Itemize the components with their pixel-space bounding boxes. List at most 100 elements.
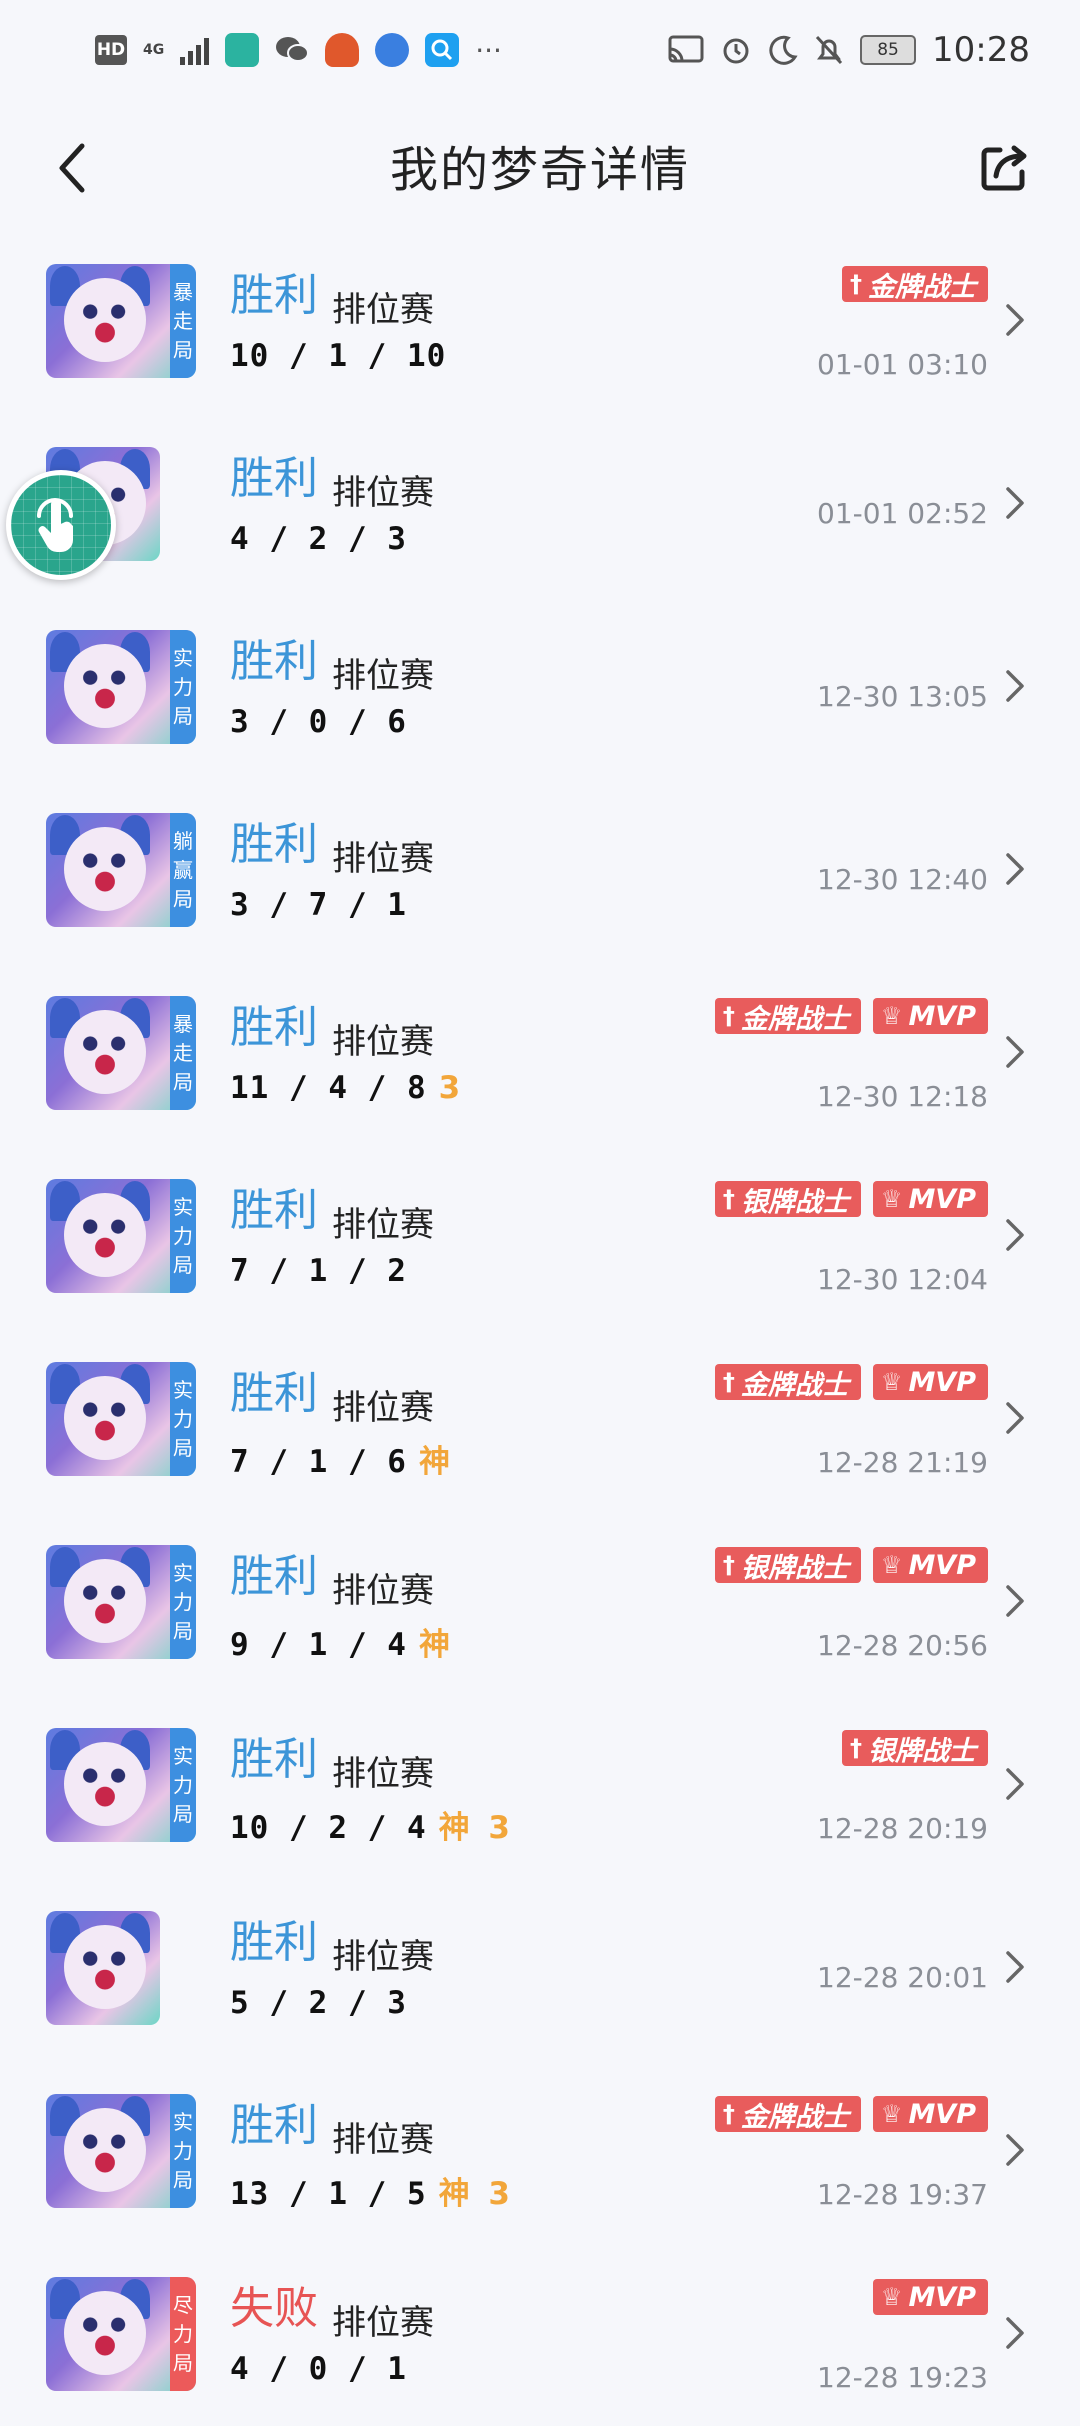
floating-assist-button[interactable] (6, 470, 116, 580)
match-tag: 暴走局 (170, 264, 196, 378)
signal-icon (180, 35, 210, 65)
trophy-icon: ♕ (880, 1368, 903, 1396)
more-icon: ··· (475, 33, 502, 67)
match-result: 胜利 (230, 819, 318, 870)
kda-value: 11 / 4 / 8 (230, 1070, 427, 1106)
warrior-badge: † 金牌战士 (714, 2096, 861, 2133)
match-tag: 实力局 (170, 1545, 196, 1659)
medal-icon: † (722, 2100, 735, 2128)
match-mode: 排位赛 (332, 2120, 434, 2160)
match-tag: 尽力局 (170, 2277, 196, 2391)
medal-icon: † (722, 1368, 735, 1396)
warrior-badge: † 金牌战士 (714, 998, 861, 1035)
chevron-right-icon (1004, 2132, 1026, 2168)
network-type: 4G (143, 42, 165, 58)
match-row[interactable]: 实力局 胜利 排位赛 10 / 2 / 4 神 3 † 银牌战士 12-28 20:19 (0, 1694, 1080, 1877)
match-row[interactable]: 暴走局 胜利 排位赛 10 / 1 / 10 † 金牌战士 01-01 03:10 (0, 230, 1080, 413)
kda-wrapper: 4 / 0 / 1 (230, 2351, 407, 2387)
chevron-right-icon (1004, 302, 1026, 338)
badge-group: † 金牌战士 ♕ MVP (714, 2096, 988, 2133)
chevron-right-icon (1004, 851, 1026, 887)
match-result: 胜利 (230, 270, 318, 321)
page-title: 我的梦奇详情 (389, 142, 690, 198)
hero-avatar: 实力局 (46, 1362, 196, 1476)
badge-label: 金牌战士 (740, 1369, 849, 1401)
match-mode: 排位赛 (332, 656, 434, 696)
screenshot-app-icon (225, 33, 260, 67)
alarm-icon (720, 34, 752, 66)
badge-group: † 金牌战士 (842, 266, 988, 303)
hero-avatar: 实力局 (46, 1545, 196, 1659)
share-icon (981, 145, 1027, 191)
trophy-icon: ♕ (880, 1551, 903, 1579)
warrior-badge: † 银牌战士 (714, 1181, 861, 1218)
badge-label: MVP (908, 2281, 976, 2313)
trophy-icon: ♕ (880, 1185, 903, 1213)
match-mode: 排位赛 (332, 1388, 434, 1428)
clock: 10:28 (932, 30, 1030, 70)
performance-marks: 神 3 (438, 1810, 515, 1846)
match-row[interactable]: 尽力局 失败 排位赛 4 / 0 / 1 ♕ MVP 12-28 19:23 (0, 2243, 1080, 2426)
match-result: 失败 (230, 2283, 318, 2334)
match-time: 12-28 21:19 (817, 1446, 988, 1479)
match-tag: 实力局 (170, 630, 196, 744)
mvp-badge: ♕ MVP (872, 1364, 988, 1400)
match-row[interactable]: 实力局 胜利 排位赛 7 / 1 / 6 神 † 金牌战士 ♕ MVP 12-28 21:19 (0, 1328, 1080, 1511)
badge-label: 银牌战士 (740, 1186, 849, 1218)
chevron-right-icon (1004, 1034, 1026, 1070)
warrior-badge: † 金牌战士 (714, 1364, 861, 1401)
match-time: 12-28 20:56 (817, 1629, 988, 1662)
match-row[interactable]: 躺赢局 胜利 排位赛 3 / 7 / 1 12-30 12:40 (0, 779, 1080, 962)
touch-hand-icon (37, 498, 73, 552)
hero-avatar: 实力局 (46, 1179, 196, 1293)
hero-avatar: 暴走局 (46, 264, 196, 378)
badge-label: 金牌战士 (868, 271, 976, 303)
hero-avatar: 暴走局 (46, 996, 196, 1110)
badge-group: † 银牌战士 ♕ MVP (714, 1547, 988, 1584)
match-mode: 排位赛 (332, 2303, 434, 2343)
kda-value: 3 / 7 / 1 (230, 887, 407, 923)
kda-value: 5 / 2 / 3 (230, 1985, 407, 2021)
medal-icon: † (722, 1002, 735, 1030)
chevron-right-icon (1004, 1766, 1026, 1802)
kda-wrapper: 13 / 1 / 5 神 3 (230, 2168, 514, 2213)
medal-icon: † (850, 1734, 862, 1762)
back-button[interactable] (50, 138, 100, 198)
match-tag: 暴走局 (170, 996, 196, 1110)
kda-value: 7 / 1 / 2 (230, 1253, 407, 1289)
kda-value: 13 / 1 / 5 (230, 2176, 427, 2212)
match-row[interactable]: 实力局 胜利 排位赛 7 / 1 / 2 † 银牌战士 ♕ MVP 12-30 12:04 (0, 1145, 1080, 1328)
badge-group: ♕ MVP (872, 2279, 988, 2315)
match-time: 12-30 12:04 (817, 1263, 988, 1296)
match-row[interactable]: 实力局 胜利 排位赛 9 / 1 / 4 神 † 银牌战士 ♕ MVP 12-28 20:56 (0, 1511, 1080, 1694)
match-time: 12-30 12:18 (817, 1080, 988, 1113)
share-button[interactable] (976, 140, 1032, 196)
medal-icon: † (722, 1551, 735, 1579)
kda-wrapper: 5 / 2 / 3 (230, 1985, 407, 2021)
match-row[interactable]: 胜利 排位赛 4 / 2 / 3 01-01 02:52 (0, 413, 1080, 596)
chevron-right-icon (1004, 1217, 1026, 1253)
kda-wrapper: 4 / 2 / 3 (230, 521, 407, 557)
app-icon (325, 33, 360, 67)
trophy-icon: ♕ (880, 2100, 903, 2128)
mvp-badge: ♕ MVP (872, 1547, 988, 1583)
kda-value: 10 / 2 / 4 (230, 1810, 427, 1846)
match-row[interactable]: 暴走局 胜利 排位赛 11 / 4 / 8 3 † 金牌战士 ♕ MVP 12-30 12:18 (0, 962, 1080, 1145)
status-right: 85 10:28 (668, 30, 1030, 70)
badge-group: † 金牌战士 ♕ MVP (714, 1364, 988, 1401)
moon-icon (768, 35, 798, 65)
badge-label: MVP (908, 2098, 976, 2130)
match-time: 12-28 19:37 (817, 2178, 988, 2211)
hero-avatar: 躺赢局 (46, 813, 196, 927)
badge-label: 金牌战士 (740, 2101, 849, 2133)
match-result: 胜利 (230, 1368, 318, 1419)
match-row[interactable]: 实力局 胜利 排位赛 3 / 0 / 6 12-30 13:05 (0, 596, 1080, 779)
chevron-right-icon (1004, 1400, 1026, 1436)
app-header: 我的梦奇详情 (0, 100, 1080, 230)
match-time: 01-01 03:10 (817, 348, 988, 381)
kda-wrapper: 7 / 1 / 6 神 (230, 1436, 454, 1481)
cast-icon (668, 35, 704, 65)
match-mode: 排位赛 (332, 290, 434, 330)
match-row[interactable]: 胜利 排位赛 5 / 2 / 3 12-28 20:01 (0, 1877, 1080, 2060)
match-row[interactable]: 实力局 胜利 排位赛 13 / 1 / 5 神 3 † 金牌战士 ♕ MVP 12-28 19:3… (0, 2060, 1080, 2243)
